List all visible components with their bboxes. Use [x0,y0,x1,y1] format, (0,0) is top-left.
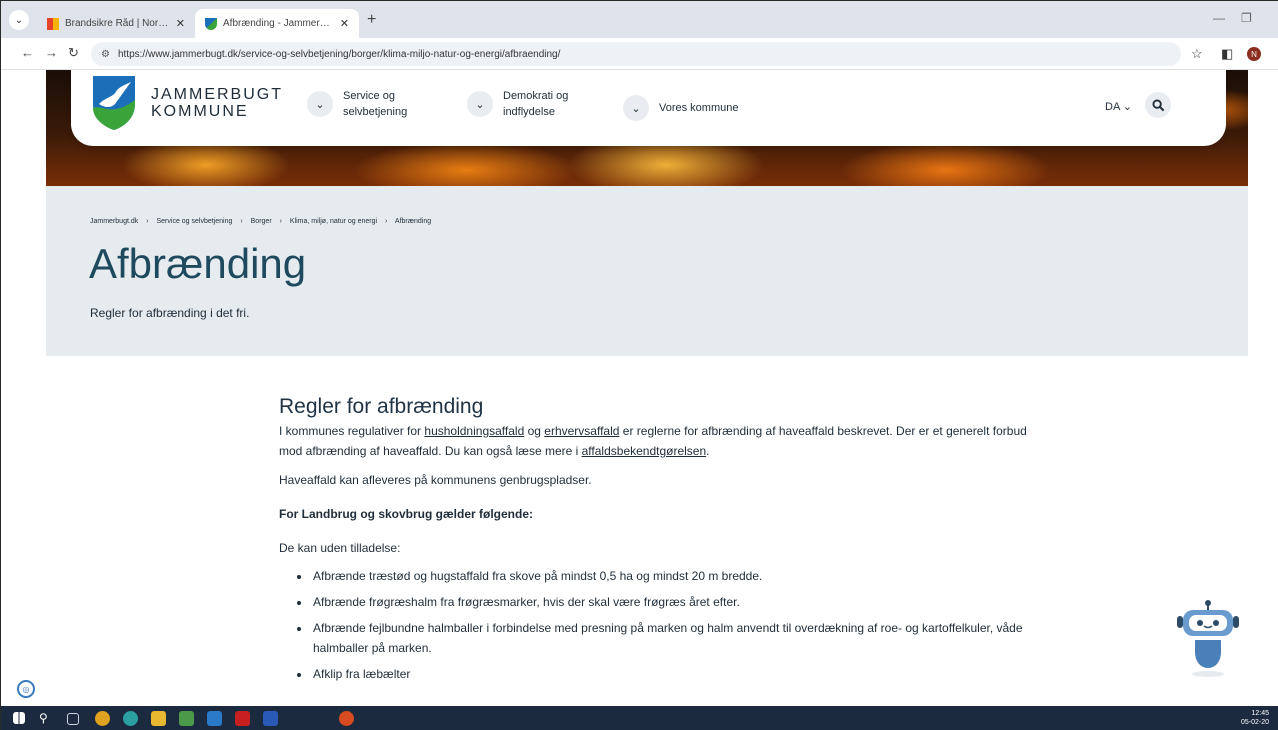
side-panel-icon[interactable]: ◧ [1221,46,1233,62]
brandsikre-favicon-icon [47,17,59,30]
list-item: Afbrænde træstød og hugstaffald fra skov… [311,566,1039,586]
restore-icon[interactable]: ❐ [1241,11,1252,25]
tab-brandsikre[interactable]: Brandsikre Råd | Nordjyllands B ✕ [37,9,195,38]
page-intro: Jammerbugt.dk › Service og selvbetjening… [46,186,1248,356]
acrobat-icon[interactable] [235,711,250,726]
tab-label: Afbrænding - Jammerbugt Kom [223,18,334,29]
back-arrow-icon[interactable]: ← [21,45,34,60]
clock-date: 05-02-20 [1241,719,1270,726]
tab-label: Brandsikre Råd | Nordjyllands B [65,18,170,29]
outlook-icon[interactable] [207,711,222,726]
jammerbugt-favicon-icon [205,17,217,30]
article-heading: Regler for afbrænding [279,395,484,418]
taskbar-clock[interactable]: 12:45 05-02-20 [1241,709,1269,727]
forward-arrow-icon[interactable]: → [45,45,58,60]
chevron-down-icon[interactable]: ⌄ [467,91,493,117]
task-view-icon[interactable] [67,713,79,725]
search-button[interactable] [1145,92,1171,118]
article-paragraph: De kan uden tilladelse: [279,541,401,555]
close-icon[interactable]: ✕ [340,17,349,30]
bookmark-star-icon[interactable]: ☆ [1191,46,1203,62]
site-settings-icon[interactable]: ⚙ [101,49,110,60]
search-icon[interactable]: ⚲ [39,711,54,726]
search-icon [1151,98,1164,111]
teams-icon[interactable] [179,711,194,726]
logo-wordmark[interactable]: JAMMERBUGT KOMMUNE [151,86,283,120]
powerpoint-icon[interactable] [339,711,354,726]
logo-line1: JAMMERBUGT [151,86,283,103]
page-title: Afbrænding [89,240,307,287]
new-tab-plus-icon[interactable]: + [367,11,376,29]
article-content: Regler for afbrænding I kommunes regulat… [279,395,1039,690]
article-subheading: For Landbrug og skovbrug gælder følgende… [279,507,533,521]
close-icon[interactable]: ✕ [176,17,185,30]
breadcrumb-link-klima[interactable]: Klima, miljø, natur og energi [290,218,377,225]
os-taskbar: ⚲ 12:45 05-02-20 [1,706,1278,730]
profile-avatar[interactable]: N [1247,47,1261,61]
article-paragraph: Haveaffald kan afleveres på kommunens ge… [279,473,592,487]
nav-service-og-selvbetjening[interactable]: ⌄ Service og selvbetjening [307,88,433,120]
chevron-down-icon: ⌄ [1122,101,1132,113]
minimize-icon[interactable]: — [1213,11,1225,25]
address-bar[interactable]: ⚙ https://www.jammerbugt.dk/service-og-s… [91,42,1181,66]
nav-vores-kommune[interactable]: ⌄ Vores kommune [623,95,749,121]
url-text: https://www.jammerbugt.dk/service-og-sel… [117,48,561,60]
link-affaldsbekendtgorelsen[interactable]: affaldsbekendtgørelsen [582,444,707,458]
breadcrumb-link-service[interactable]: Service og selvbetjening [157,218,233,225]
breadcrumb-separator-icon: › [240,218,243,225]
breadcrumb-separator-icon: › [279,218,282,225]
page-viewport: JAMMERBUGT KOMMUNE ⌄ Service og selvbetj… [1,70,1278,706]
chrome-icon[interactable] [95,711,110,726]
site-header: JAMMERBUGT KOMMUNE ⌄ Service og selvbetj… [71,70,1226,146]
nav-demokrati-og-indflydelse[interactable]: ⌄ Demokrati og indflydelse [467,88,593,120]
chevron-down-icon[interactable]: ⌄ [623,95,649,121]
edge-icon[interactable] [123,711,138,726]
reload-icon[interactable]: ↻ [68,45,79,61]
browser-toolbar: ← → ↻ ⚙ https://www.jammerbugt.dk/servic… [1,38,1278,70]
language-selector[interactable]: DA ⌄ [1105,100,1132,113]
nav-label: Vores kommune [659,102,739,114]
breadcrumb-link-borger[interactable]: Borger [251,218,272,225]
logo-line2: KOMMUNE [151,103,249,120]
tab-bar: ⌄ Brandsikre Råd | Nordjyllands B ✕ Afbr… [1,1,1278,38]
browser-window: ⌄ Brandsikre Råd | Nordjyllands B ✕ Afbr… [0,0,1278,730]
clock-time: 12:45 [1251,710,1270,717]
rules-list: Afbrænde træstød og hugstaffald fra skov… [311,566,1039,684]
language-label: DA [1105,101,1120,113]
link-erhvervsaffald[interactable]: erhvervsaffald [544,424,619,438]
word-icon[interactable] [263,711,278,726]
side-widget-icon[interactable]: ◎ [17,680,35,698]
breadcrumb-separator-icon: › [146,218,149,225]
nav-label: Service og selvbetjening [343,90,408,118]
windows-start-icon[interactable] [13,712,25,724]
breadcrumb-link-home[interactable]: Jammerbugt.dk [90,218,138,225]
list-item: Afklip fra læbælter [311,664,1039,684]
link-husholdningsaffald[interactable]: husholdningsaffald [424,424,524,438]
list-item: Afbrænde fejlbundne halmballer i forbind… [311,618,1039,658]
list-item: Afbrænde frøgræshalm fra frøgræsmarker, … [311,592,1039,612]
article-paragraph: I kommunes regulativer for husholdningsa… [279,424,1027,458]
chevron-down-icon[interactable]: ⌄ [307,91,333,117]
tab-afbraending[interactable]: Afbrænding - Jammerbugt Kom ✕ [195,9,359,38]
breadcrumb-separator-icon: › [385,218,388,225]
breadcrumb: Jammerbugt.dk › Service og selvbetjening… [90,218,431,225]
nav-label: Demokrati og indflydelse [503,90,569,118]
page-lead: Regler for afbrænding i det fri. [90,306,250,320]
file-explorer-icon[interactable] [151,711,166,726]
jammerbugt-logo-icon[interactable] [91,74,137,132]
chatbot-robot-icon[interactable] [1173,600,1243,680]
tab-search-icon[interactable]: ⌄ [9,10,29,30]
breadcrumb-current: Afbrænding [394,218,432,225]
